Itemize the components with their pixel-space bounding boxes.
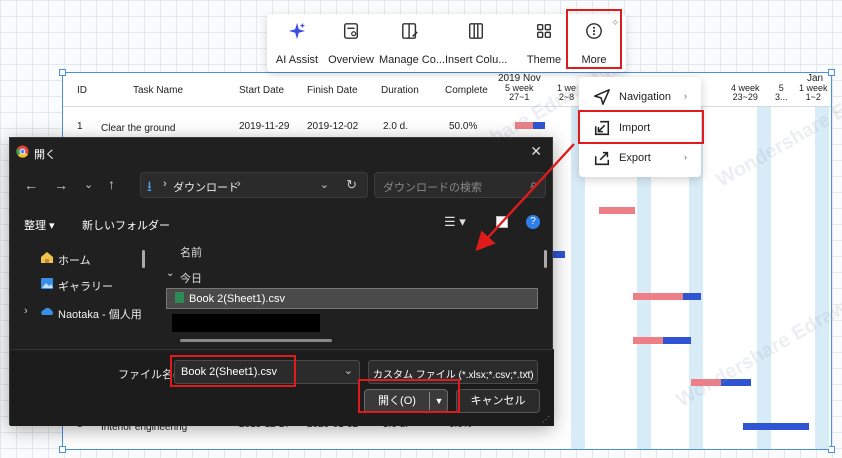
insert-column-button[interactable]: Insert Colu... xyxy=(445,14,507,72)
view-menu-icon[interactable]: ☰ ▾ xyxy=(444,214,466,230)
insert-column-label: Insert Colu... xyxy=(445,54,508,66)
forward-icon[interactable]: → xyxy=(54,177,68,193)
chevron-down-icon[interactable]: ⌄ xyxy=(524,364,533,377)
gantt-bar[interactable] xyxy=(743,423,809,430)
chevron-right-icon: › xyxy=(684,91,687,101)
highlight-box-more xyxy=(566,9,622,69)
column-header-name[interactable]: 名前 xyxy=(180,244,202,260)
manage-columns-button[interactable]: Manage Co... xyxy=(379,14,446,72)
timeline-week: 4 week 23~29 xyxy=(731,83,760,102)
theme-button[interactable]: Theme xyxy=(521,14,567,72)
menu-item-export-label: Export xyxy=(619,152,651,164)
file-item-name: Book 2(Sheet1).csv xyxy=(189,293,285,305)
menu-item-navigation[interactable]: Navigation › xyxy=(579,83,701,111)
column-header-duration[interactable]: Duration xyxy=(381,85,419,96)
nav-item-home-label: ホーム xyxy=(58,255,91,267)
row-id: 1 xyxy=(77,121,83,132)
download-icon: ⭳ xyxy=(147,178,152,194)
highlight-box-open xyxy=(358,379,460,413)
menu-item-navigation-label: Navigation xyxy=(619,91,671,103)
overview-icon xyxy=(343,23,359,39)
navigation-pane: ホーム ギャラリー › Naotaka - 個人用 xyxy=(10,238,150,348)
onedrive-icon xyxy=(41,307,53,315)
new-folder-button[interactable]: 新しいフォルダー xyxy=(82,217,170,233)
redacted-area xyxy=(172,314,320,332)
dialog-title: 開く xyxy=(34,149,56,161)
timeline-week: 5 3... xyxy=(775,83,788,102)
nav-item-onedrive-label: Naotaka - 個人用 xyxy=(58,309,142,321)
chrome-icon xyxy=(16,145,29,158)
chevron-right-icon: › xyxy=(684,152,687,162)
refresh-icon[interactable]: ↻ xyxy=(346,177,357,193)
chevron-down-icon[interactable]: ⌄ xyxy=(166,268,174,279)
ai-assist-button[interactable]: AI Assist xyxy=(271,14,323,72)
highlight-box-filename xyxy=(170,355,296,387)
insert-column-icon xyxy=(468,23,484,39)
home-icon xyxy=(41,252,53,263)
column-header-id[interactable]: ID xyxy=(77,85,87,96)
selection-handle[interactable] xyxy=(59,446,66,453)
gallery-icon xyxy=(41,278,53,289)
menu-item-export[interactable]: Export › xyxy=(579,144,701,172)
ai-assist-label: AI Assist xyxy=(275,54,319,66)
timeline-week: 1 week 1~2 xyxy=(799,83,828,102)
breadcrumb[interactable]: ダウンロード xyxy=(173,179,239,195)
cancel-button[interactable]: キャンセル xyxy=(456,389,540,413)
row-complete[interactable]: 50.0% xyxy=(449,121,477,132)
csv-file-icon xyxy=(175,292,184,303)
chevron-right-icon[interactable]: › xyxy=(24,305,28,317)
row-task-name[interactable]: Clear the ground xyxy=(101,123,176,134)
row-finish-date[interactable]: 2019-12-02 xyxy=(307,121,358,132)
annotation-arrow xyxy=(475,143,575,252)
breadcrumb-separator: › xyxy=(163,178,167,190)
navigation-icon xyxy=(594,89,610,105)
recent-locations-icon[interactable]: ⌄ xyxy=(84,178,93,191)
column-header-finish-date[interactable]: Finish Date xyxy=(307,85,358,96)
file-item[interactable]: Book 2(Sheet1).csv xyxy=(166,288,538,309)
search-placeholder: ダウンロードの検索 xyxy=(383,182,482,194)
manage-columns-label: Manage Co... xyxy=(379,54,446,66)
up-icon[interactable]: ↑ xyxy=(108,176,115,192)
gantt-bar[interactable] xyxy=(599,207,635,214)
overview-button[interactable]: Overview xyxy=(325,14,377,72)
export-icon xyxy=(594,151,610,166)
manage-columns-icon xyxy=(402,23,418,39)
gantt-bar[interactable] xyxy=(633,293,701,300)
breadcrumb-separator: › xyxy=(237,178,241,190)
theme-icon xyxy=(536,23,552,39)
column-header-start-date[interactable]: Start Date xyxy=(239,85,284,96)
selection-handle[interactable] xyxy=(828,446,835,453)
column-header-task-name[interactable]: Task Name xyxy=(133,85,183,96)
row-start-date[interactable]: 2019-11-29 xyxy=(239,121,289,132)
nav-scrollbar[interactable] xyxy=(142,250,145,268)
back-icon[interactable]: ← xyxy=(24,177,38,193)
organize-button[interactable]: 整理 ▾ xyxy=(24,217,55,233)
horizontal-scrollbar[interactable] xyxy=(180,339,332,342)
highlight-box-import xyxy=(578,110,704,144)
row-duration[interactable]: 2.0 d. xyxy=(383,121,408,132)
week-stripe xyxy=(815,107,829,449)
group-header-today: 今日 xyxy=(180,273,202,285)
resize-grip[interactable]: ⋰ xyxy=(542,415,550,424)
timeline-week: 5 week 27~1 xyxy=(505,83,534,102)
overview-label: Overview xyxy=(328,54,374,66)
nav-item-gallery-label: ギャラリー xyxy=(58,281,113,293)
gantt-header: ID Task Name Start Date Finish Date Dura… xyxy=(63,73,831,107)
chevron-down-icon[interactable]: ⌄ xyxy=(344,364,353,377)
column-header-complete[interactable]: Complete xyxy=(445,85,488,96)
sparkle-icon xyxy=(288,22,306,40)
gantt-bar[interactable] xyxy=(633,337,691,344)
address-dropdown-icon[interactable]: ⌄ xyxy=(320,178,329,191)
address-bar[interactable]: ⭳ › ダウンロード › ⌄ ↻ xyxy=(140,172,368,198)
theme-label: Theme xyxy=(526,54,562,66)
